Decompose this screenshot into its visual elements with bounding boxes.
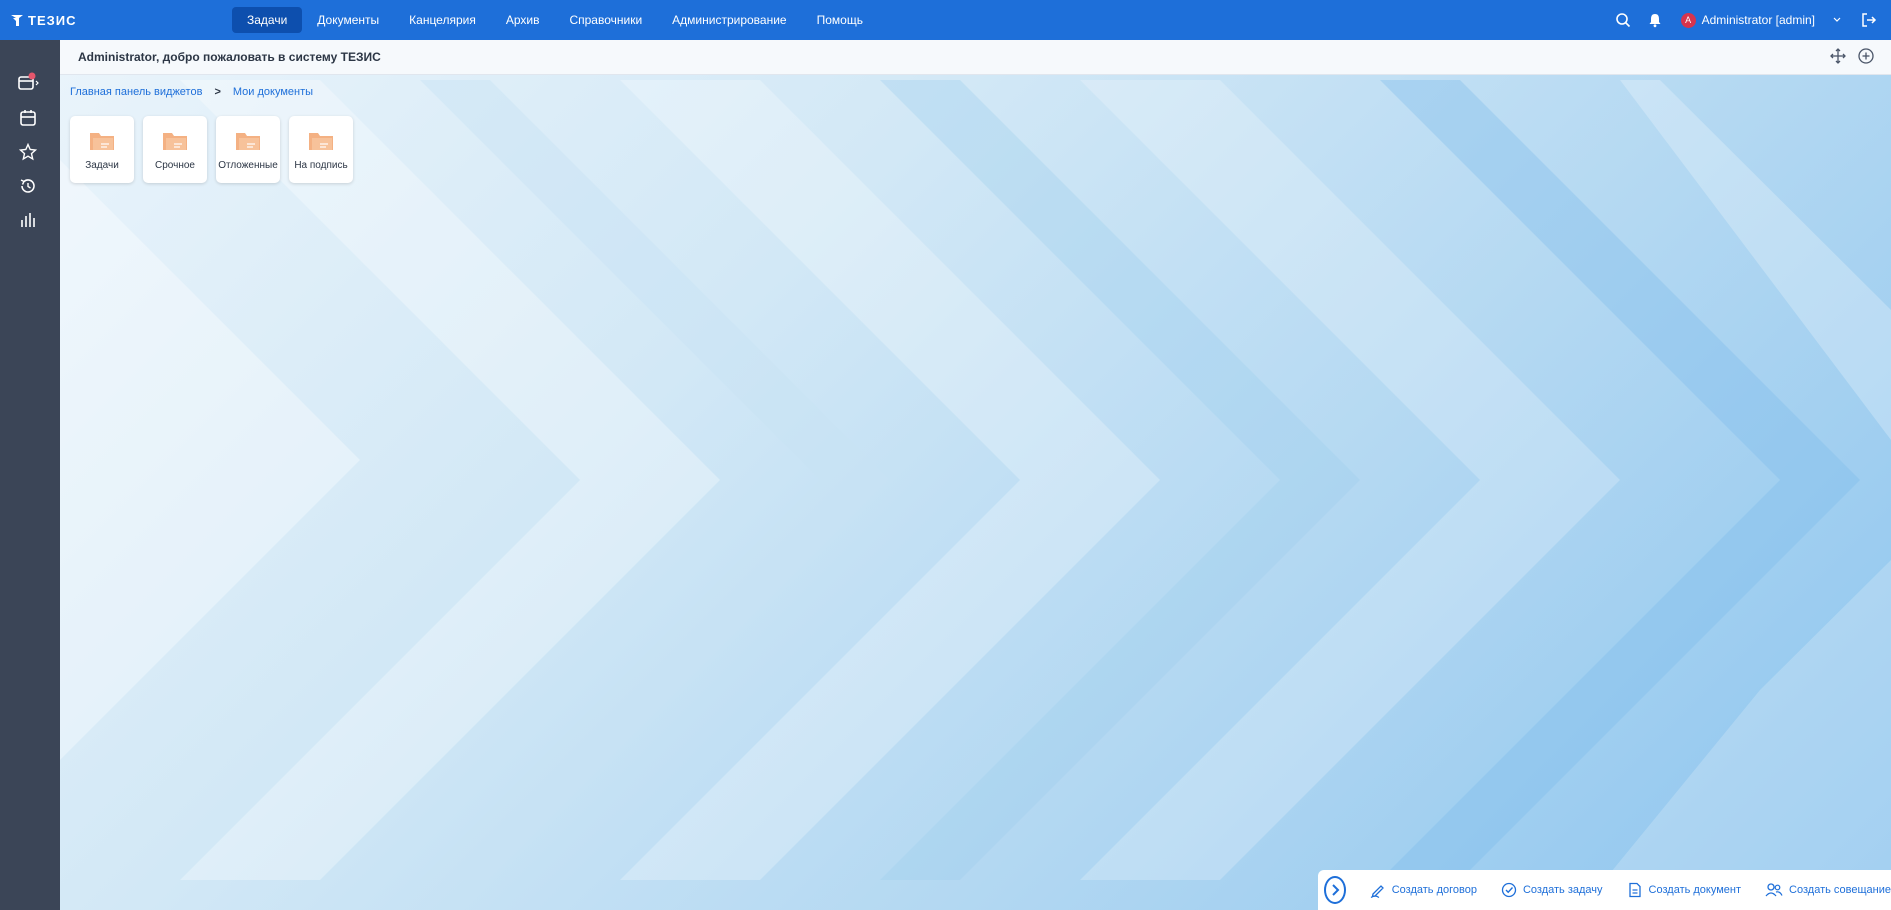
bell-icon[interactable] [1647,12,1663,28]
breadcrumb: Главная панель виджетов > Мои документы [70,86,313,98]
top-navigation-bar: ТЕЗИС Задачи Документы Канцелярия Архив … [0,0,1891,40]
create-document-button[interactable]: Создать документ [1627,882,1742,898]
calendar-icon[interactable] [16,106,40,130]
people-icon [1765,882,1783,898]
user-name[interactable]: Administrator [admin] [1702,13,1815,27]
folder-tiles: Задачи Срочное Отложенные На подпись [70,116,362,183]
avatar[interactable]: A [1680,12,1696,28]
folder-tile-label: Срочное [155,160,195,171]
folder-tile-urgent[interactable]: Срочное [143,116,207,183]
page-title: Administrator, добро пожаловать в систем… [78,50,381,64]
app-logo[interactable]: ТЕЗИС [10,13,210,28]
folder-icon [90,133,114,150]
breadcrumb-separator: > [214,86,221,98]
quick-actions-bar: Создать договор Создать задачу Создать д… [1318,870,1891,910]
chevron-right-icon [1332,884,1340,896]
folder-tile-for-signature[interactable]: На подпись [289,116,353,183]
folder-icon [163,133,187,150]
main-menu: Задачи Документы Канцелярия Архив Справо… [232,0,878,40]
welcome-header: Administrator, добро пожаловать в систем… [60,40,1891,75]
logo-text: ТЕЗИС [28,12,77,28]
menu-item-office[interactable]: Канцелярия [394,7,491,33]
reports-chart-icon[interactable] [16,208,40,232]
folder-tile-label: На подпись [294,160,348,171]
breadcrumb-current[interactable]: Мои документы [233,86,313,98]
menu-item-references[interactable]: Справочники [554,7,657,33]
document-icon [1627,882,1643,898]
create-meeting-button[interactable]: Создать совещание [1765,882,1891,898]
folder-icon [309,133,333,150]
create-task-button[interactable]: Создать задачу [1501,882,1603,898]
collapse-actions-button[interactable] [1324,876,1346,904]
menu-item-documents[interactable]: Документы [302,7,394,33]
folder-tile-tasks[interactable]: Задачи [70,116,134,183]
tezis-logo-icon [11,15,23,26]
create-meeting-label: Создать совещание [1789,884,1891,896]
check-circle-icon [1501,882,1517,898]
folder-tile-label: Задачи [85,160,119,171]
search-icon[interactable] [1615,12,1631,28]
left-sidebar [0,40,60,910]
create-contract-button[interactable]: Создать договор [1370,882,1477,898]
menu-item-tasks[interactable]: Задачи [232,7,303,33]
documents-box-icon[interactable] [16,70,40,94]
folder-tile-label: Отложенные [218,160,278,171]
menu-item-archive[interactable]: Архив [491,7,555,33]
history-icon[interactable] [16,174,40,198]
create-task-label: Создать задачу [1522,884,1603,896]
breadcrumb-root[interactable]: Главная панель виджетов [70,86,202,98]
top-right-controls: A Administrator [admin] [1599,0,1877,40]
move-widgets-icon[interactable] [1829,47,1847,65]
create-contract-label: Создать договор [1391,884,1477,896]
folder-tile-postponed[interactable]: Отложенные [216,116,280,183]
main-content: Administrator, добро пожаловать в систем… [60,40,1891,910]
star-icon[interactable] [16,140,40,164]
add-widget-icon[interactable] [1857,47,1875,65]
folder-icon [236,133,260,150]
contract-pen-icon [1370,882,1386,898]
menu-item-help[interactable]: Помощь [802,7,878,33]
create-document-label: Создать документ [1648,884,1742,896]
menu-item-administration[interactable]: Администрирование [657,7,801,33]
logout-icon[interactable] [1861,12,1877,28]
chevron-down-icon[interactable] [1833,15,1841,26]
